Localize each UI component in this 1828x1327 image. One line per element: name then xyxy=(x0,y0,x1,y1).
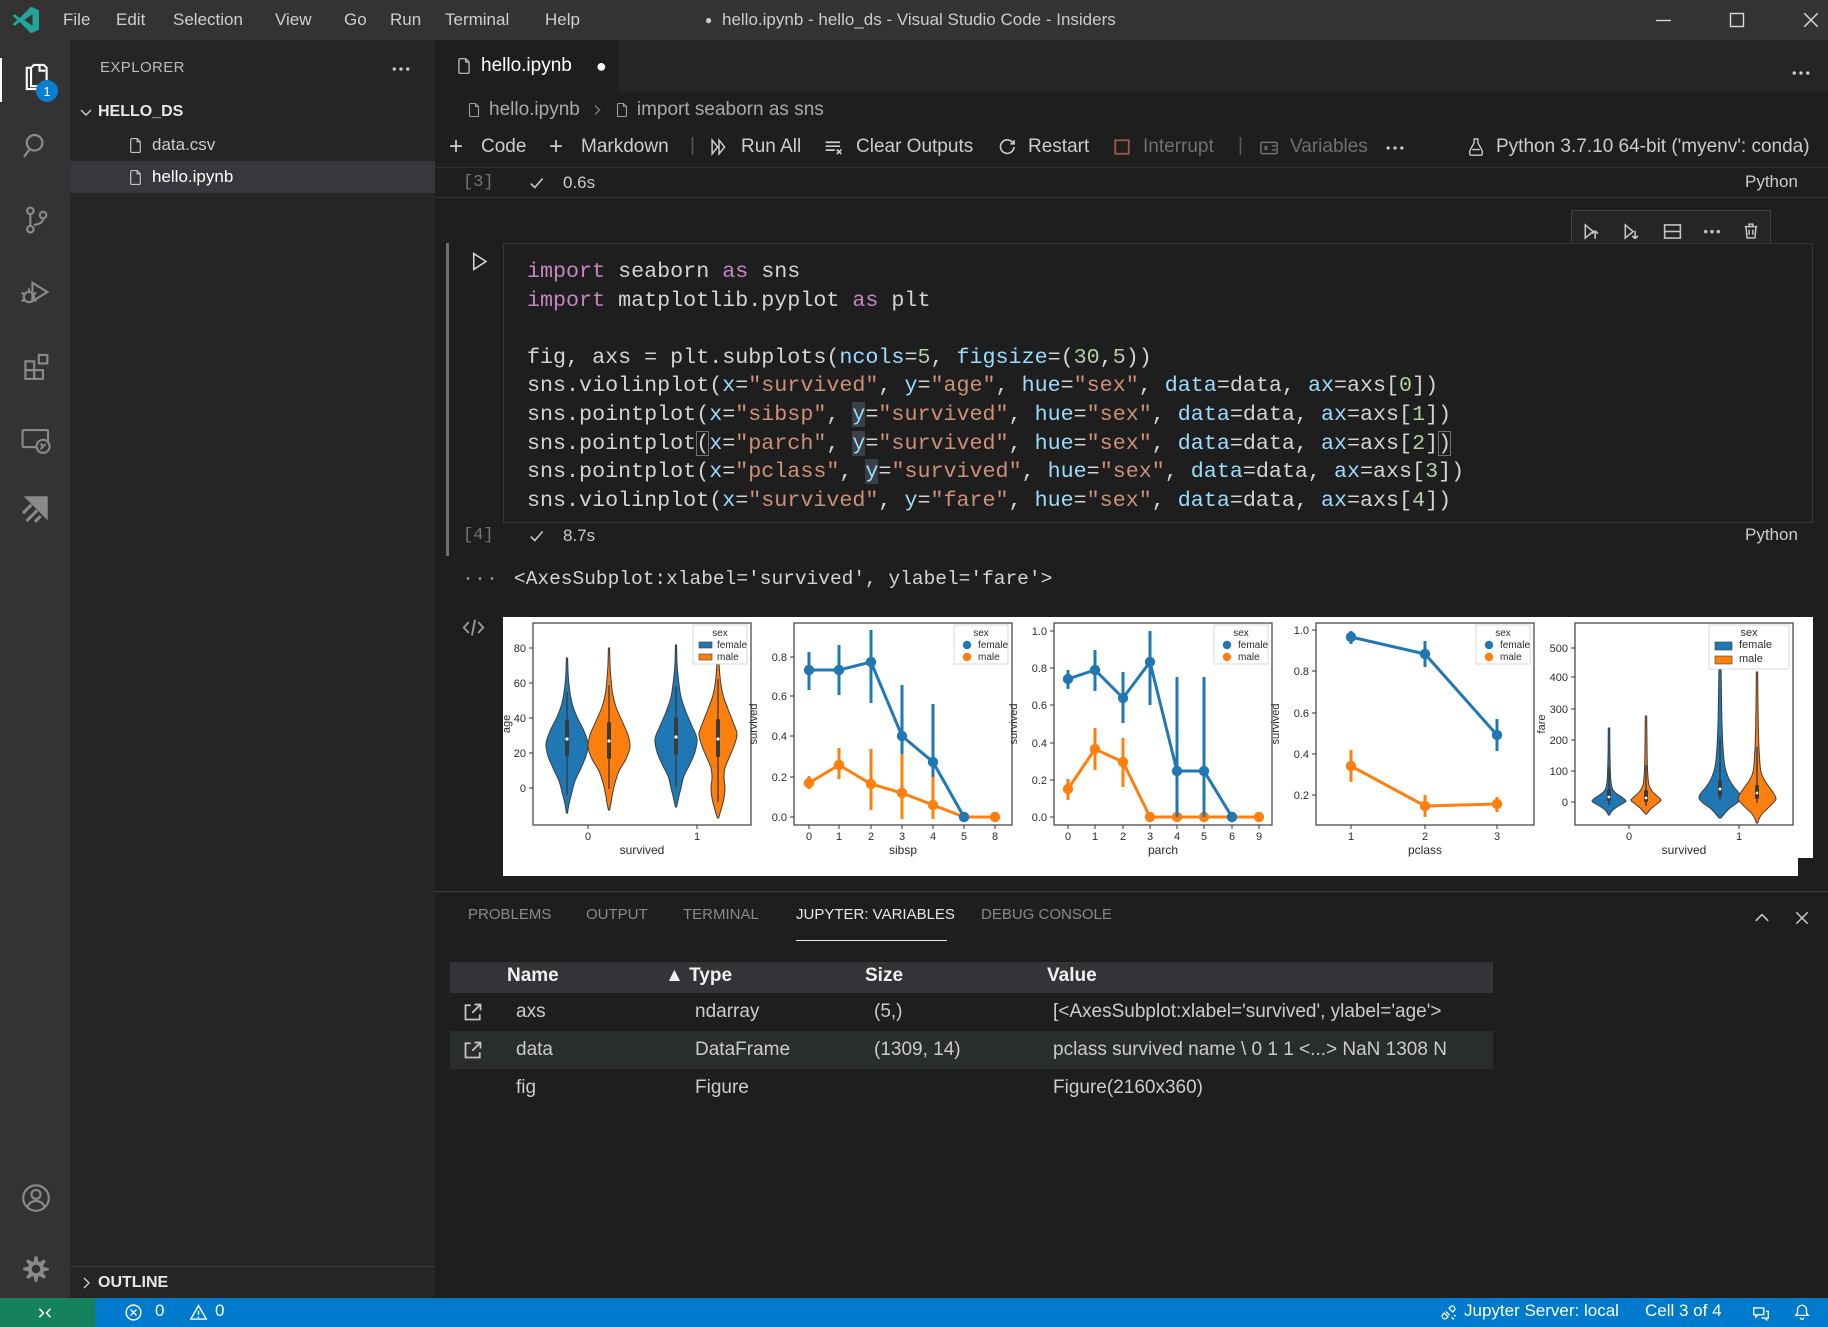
svg-text:0: 0 xyxy=(1562,797,1568,809)
svg-text:2: 2 xyxy=(1422,831,1428,843)
svg-text:5: 5 xyxy=(1201,831,1207,843)
svg-text:0.2: 0.2 xyxy=(772,772,787,784)
svg-text:sex: sex xyxy=(973,628,989,639)
svg-text:400: 400 xyxy=(1550,672,1568,684)
svg-text:pclass: pclass xyxy=(1408,843,1442,857)
svg-text:4: 4 xyxy=(1174,831,1180,843)
svg-text:male: male xyxy=(1500,652,1522,663)
svg-text:0: 0 xyxy=(1626,831,1632,843)
svg-text:20: 20 xyxy=(514,748,526,760)
svg-text:survived: survived xyxy=(748,704,760,745)
svg-text:1.0: 1.0 xyxy=(1294,625,1309,637)
svg-text:fare: fare xyxy=(1536,715,1548,734)
svg-text:0: 0 xyxy=(806,831,812,843)
svg-text:0.6: 0.6 xyxy=(1032,700,1047,712)
svg-text:0: 0 xyxy=(1065,831,1071,843)
svg-text:female: female xyxy=(1739,639,1772,651)
svg-text:female: female xyxy=(1238,640,1268,651)
svg-text:4: 4 xyxy=(930,831,936,843)
svg-text:0.0: 0.0 xyxy=(1032,812,1047,824)
svg-text:300: 300 xyxy=(1550,704,1568,716)
svg-text:0.8: 0.8 xyxy=(1032,663,1047,675)
svg-text:500: 500 xyxy=(1550,643,1568,655)
svg-text:8: 8 xyxy=(992,831,998,843)
svg-text:40: 40 xyxy=(514,713,526,725)
svg-text:200: 200 xyxy=(1550,735,1568,747)
svg-text:9: 9 xyxy=(1256,831,1262,843)
svg-text:male: male xyxy=(978,652,1000,663)
svg-text:age: age xyxy=(503,715,513,733)
svg-text:survived: survived xyxy=(620,843,665,857)
svg-text:0.4: 0.4 xyxy=(1294,749,1309,761)
svg-text:female: female xyxy=(978,640,1008,651)
svg-text:100: 100 xyxy=(1550,766,1568,778)
svg-text:parch: parch xyxy=(1148,843,1178,857)
svg-text:6: 6 xyxy=(1229,831,1235,843)
svg-text:1: 1 xyxy=(836,831,842,843)
svg-text:sex: sex xyxy=(1740,627,1758,639)
svg-text:0.4: 0.4 xyxy=(772,731,787,743)
svg-text:0.6: 0.6 xyxy=(772,691,787,703)
svg-text:0.6: 0.6 xyxy=(1294,708,1309,720)
svg-text:sex: sex xyxy=(712,628,728,639)
svg-text:3: 3 xyxy=(1147,831,1153,843)
svg-text:female: female xyxy=(1500,640,1530,651)
svg-text:survived: survived xyxy=(1008,704,1020,745)
svg-text:1: 1 xyxy=(1348,831,1354,843)
svg-text:0.2: 0.2 xyxy=(1032,775,1047,787)
svg-text:male: male xyxy=(717,652,739,663)
svg-text:3: 3 xyxy=(899,831,905,843)
svg-text:sex: sex xyxy=(1495,628,1511,639)
svg-text:0.4: 0.4 xyxy=(1032,738,1047,750)
svg-text:0.8: 0.8 xyxy=(772,652,787,664)
svg-text:0.0: 0.0 xyxy=(772,812,787,824)
svg-text:0.2: 0.2 xyxy=(1294,790,1309,802)
svg-text:sex: sex xyxy=(1233,628,1249,639)
svg-text:80: 80 xyxy=(514,643,526,655)
svg-text:1.0: 1.0 xyxy=(1032,626,1047,638)
svg-text:2: 2 xyxy=(868,831,874,843)
svg-text:male: male xyxy=(1238,652,1260,663)
svg-text:0: 0 xyxy=(520,783,526,795)
svg-text:female: female xyxy=(717,640,747,651)
svg-text:1: 1 xyxy=(1736,831,1742,843)
svg-text:survived: survived xyxy=(1270,704,1282,745)
svg-text:2: 2 xyxy=(1120,831,1126,843)
svg-text:0: 0 xyxy=(585,831,591,843)
svg-text:5: 5 xyxy=(961,831,967,843)
svg-text:1: 1 xyxy=(694,831,700,843)
svg-text:0.8: 0.8 xyxy=(1294,666,1309,678)
svg-text:sibsp: sibsp xyxy=(889,843,917,857)
svg-text:survived: survived xyxy=(1662,843,1707,857)
svg-text:male: male xyxy=(1739,653,1763,665)
svg-text:3: 3 xyxy=(1494,831,1500,843)
svg-text:60: 60 xyxy=(514,678,526,690)
svg-text:1: 1 xyxy=(1092,831,1098,843)
